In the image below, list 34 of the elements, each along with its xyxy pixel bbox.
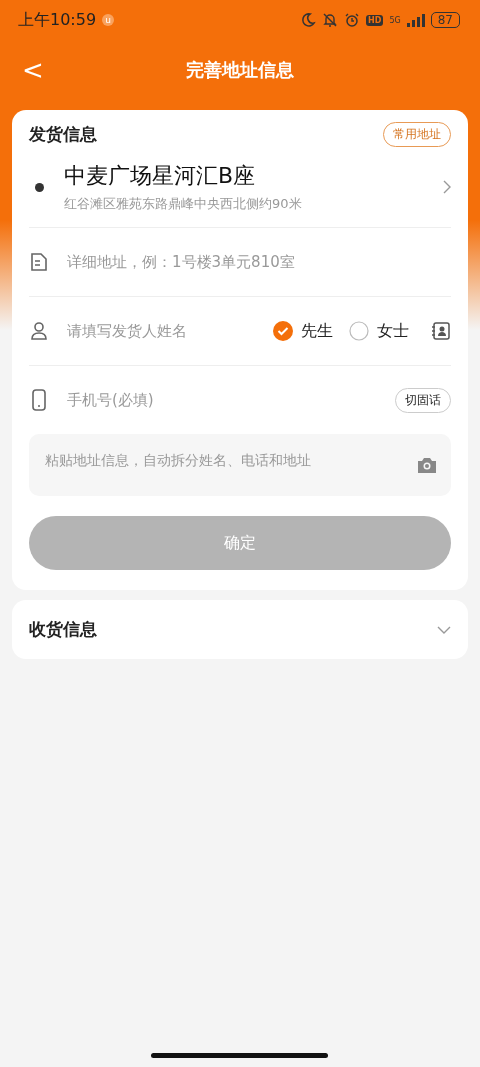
camera-icon[interactable] (417, 456, 437, 474)
network-label: 5G (389, 15, 401, 25)
detail-address-field[interactable]: 详细地址，例：1号楼3单元810室 (65, 252, 451, 272)
location-dot-icon (35, 182, 44, 192)
document-icon (29, 252, 49, 272)
location-name[interactable]: 中麦广场星河汇B座 (64, 161, 423, 191)
status-time: 上午10:59 (18, 9, 97, 31)
paste-address-box[interactable]: 粘贴地址信息，自动拆分姓名、电话和地址 (29, 434, 451, 496)
person-icon (29, 321, 49, 341)
chevron-right-icon[interactable] (443, 180, 451, 194)
sender-name-field[interactable]: 请填写发货人姓名 (65, 321, 257, 341)
alarm-icon (344, 12, 361, 28)
receiver-card[interactable]: 收货信息 (12, 600, 468, 659)
empty-circle-icon (349, 321, 369, 341)
hd-icon: HD (366, 14, 384, 26)
section-title: 发货信息 (29, 123, 97, 146)
section-title: 收货信息 (29, 618, 97, 641)
page-title: 完善地址信息 (186, 58, 294, 82)
common-address-button[interactable]: 常用地址 (383, 122, 451, 147)
contact-book-icon[interactable] (431, 321, 451, 341)
moon-icon (300, 12, 317, 28)
gender-radio[interactable]: 先生 (273, 320, 333, 342)
gender-radio[interactable]: 女士 (349, 320, 409, 342)
muted-bell-icon (322, 12, 339, 28)
phone-icon (29, 389, 49, 411)
location-detail: 红谷滩区雅苑东路鼎峰中央西北侧约90米 (64, 195, 303, 213)
chevron-down-icon[interactable] (437, 625, 451, 634)
landline-switch-button[interactable]: 切固话 (395, 387, 451, 413)
checked-circle-icon (273, 321, 293, 341)
signal-icon (406, 13, 425, 27)
notification-badge: u (102, 14, 115, 26)
phone-field[interactable]: 手机号(必填) (65, 390, 379, 410)
paste-address-field[interactable]: 粘贴地址信息，自动拆分姓名、电话和地址 (43, 450, 417, 480)
battery-level: 87 (430, 12, 460, 28)
